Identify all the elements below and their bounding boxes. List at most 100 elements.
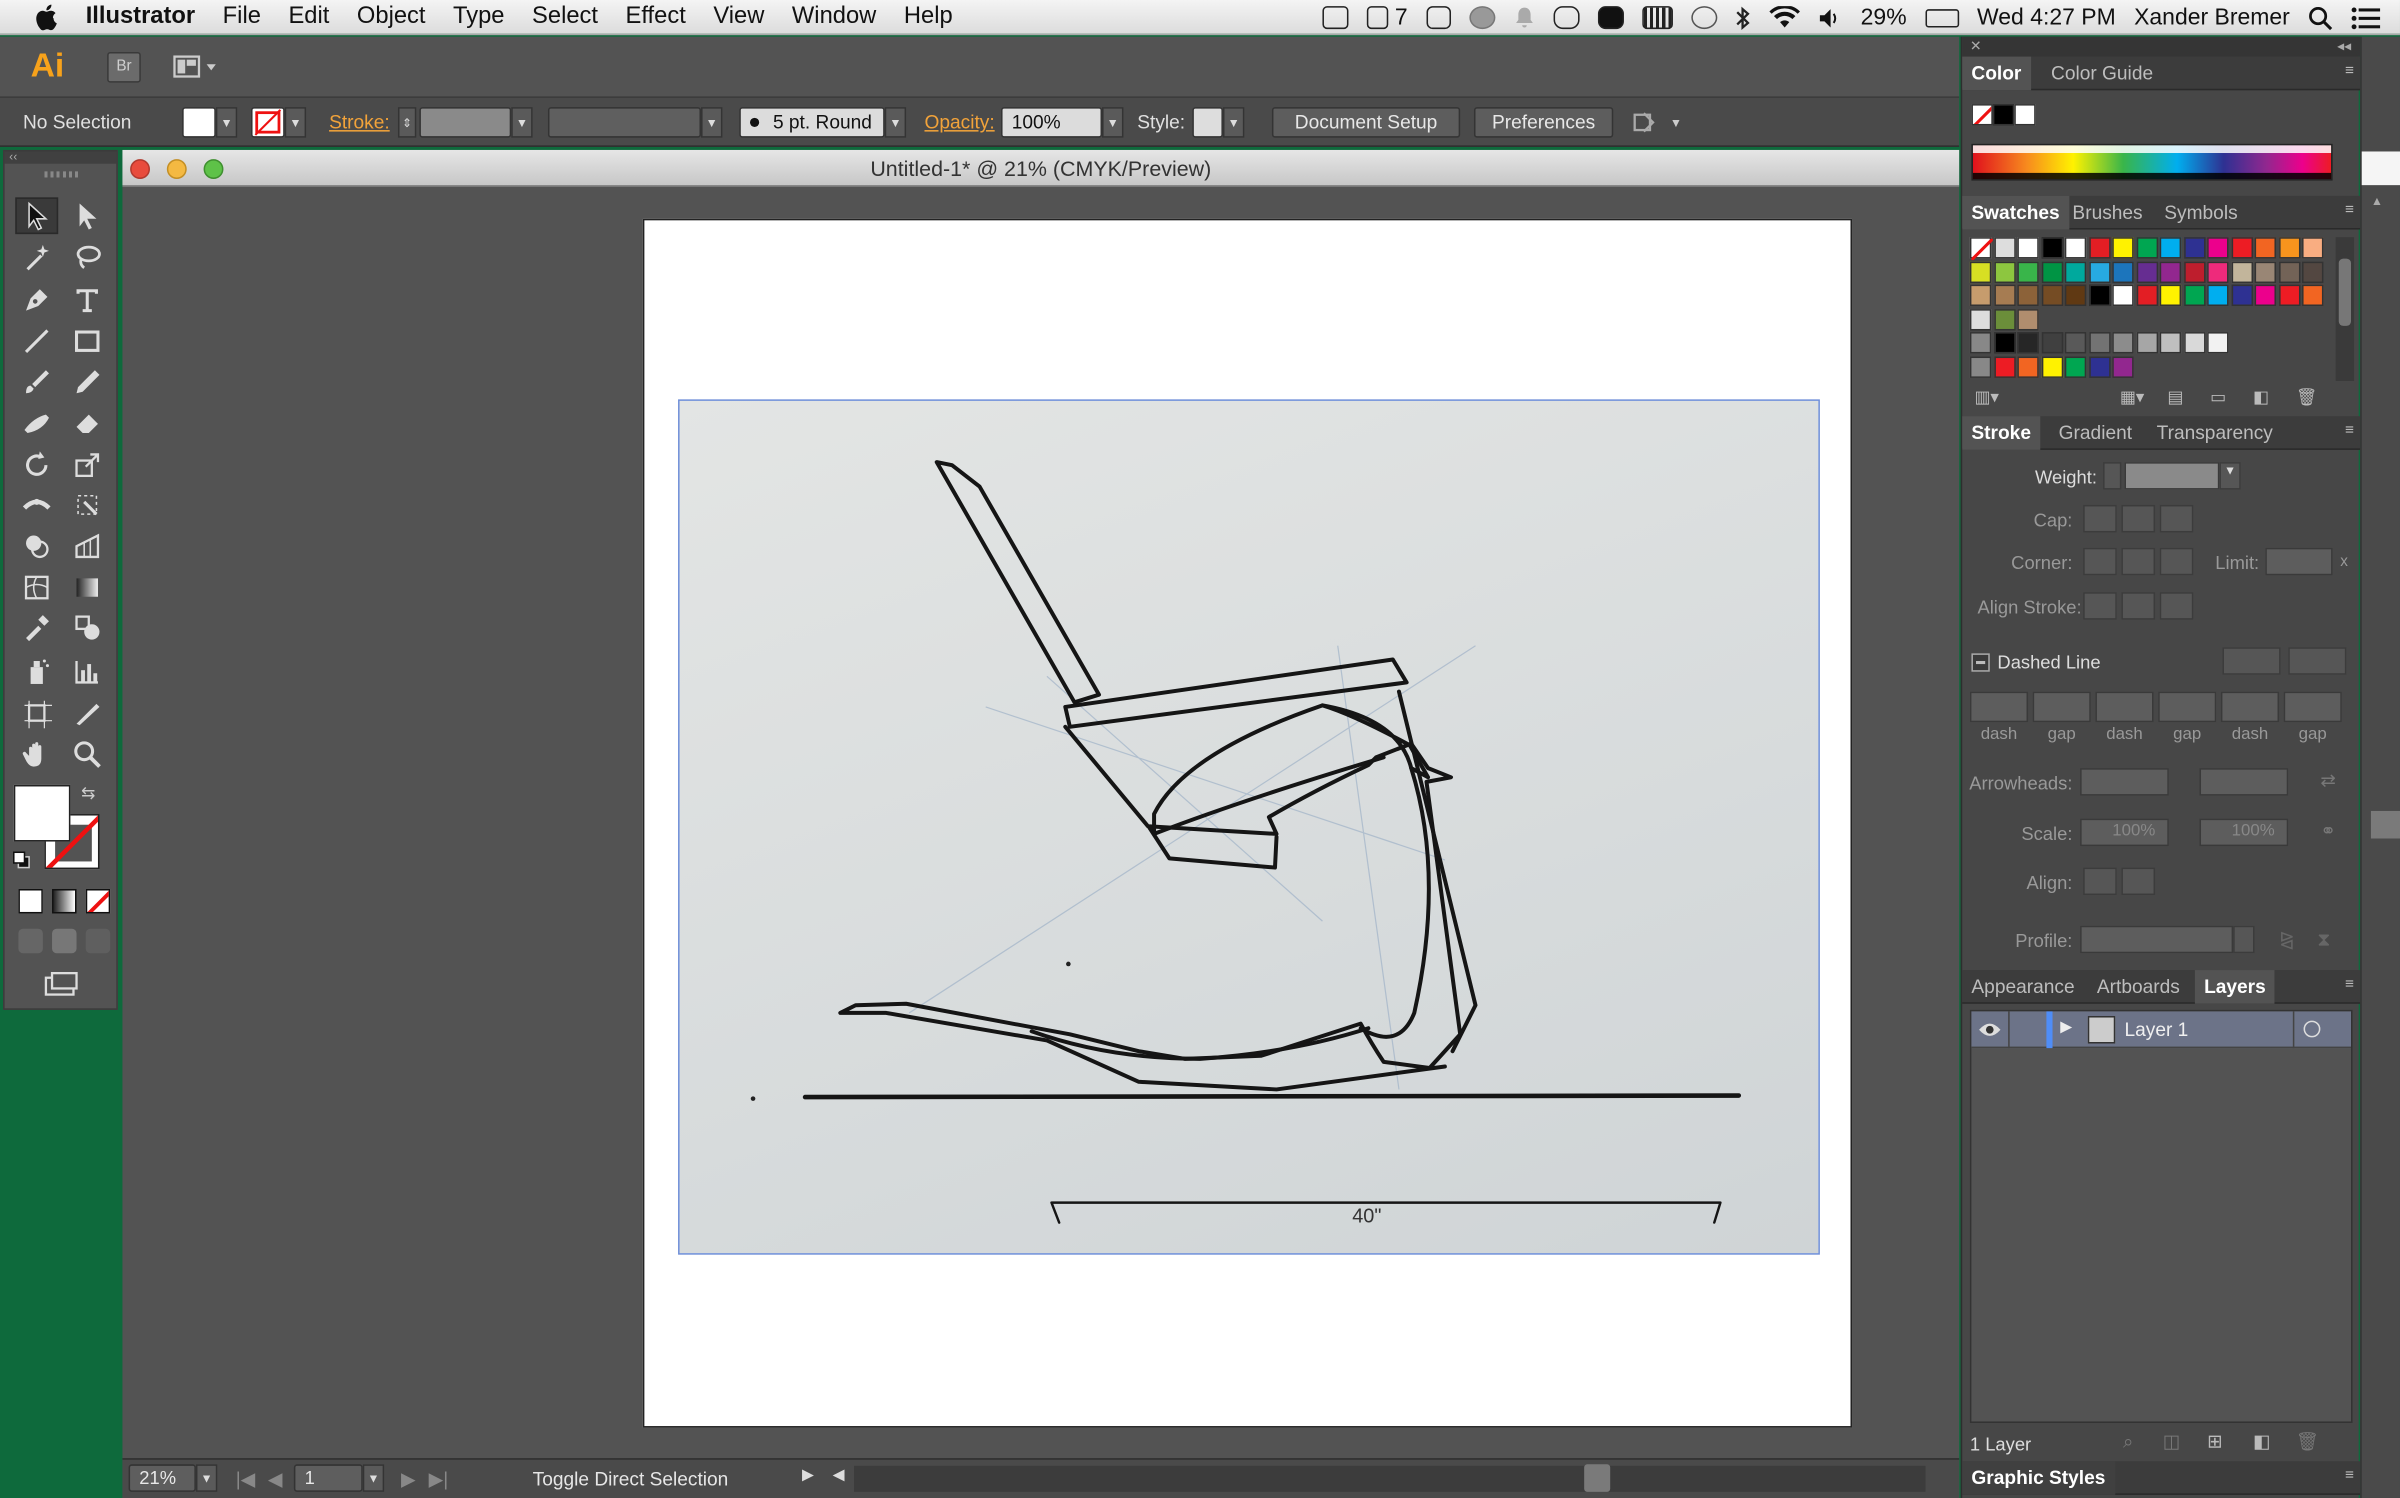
swatch-bright[interactable] bbox=[2041, 355, 2063, 378]
new-swatch-icon[interactable]: ◧ bbox=[2253, 387, 2269, 407]
gradient-mode-icon[interactable] bbox=[52, 888, 77, 914]
swatch[interactable] bbox=[2207, 260, 2229, 283]
swatch[interactable] bbox=[2112, 260, 2134, 283]
tools-collapse-icon[interactable]: ‹‹ bbox=[4, 151, 117, 164]
draw-inside-icon[interactable] bbox=[85, 928, 111, 954]
horizontal-scrollbar-track[interactable] bbox=[854, 1465, 1926, 1492]
swatch[interactable] bbox=[2278, 284, 2300, 307]
swatch[interactable] bbox=[1993, 284, 2016, 307]
menu-object[interactable]: Object bbox=[343, 3, 439, 31]
line-segment-tool-icon[interactable] bbox=[15, 323, 58, 360]
s-badge-icon[interactable] bbox=[1425, 6, 1451, 30]
menu-effect[interactable]: Effect bbox=[612, 3, 700, 31]
swatch-gray[interactable] bbox=[1993, 332, 2016, 354]
swatch[interactable] bbox=[2183, 260, 2205, 283]
swatch-libraries-menu-icon[interactable]: ▥▾ bbox=[1974, 387, 1998, 407]
tab-layers[interactable]: Layers bbox=[2194, 970, 2275, 1004]
swatch[interactable] bbox=[2135, 237, 2158, 259]
preserve-dash-button[interactable] bbox=[2222, 647, 2281, 675]
swatch[interactable] bbox=[2254, 284, 2277, 307]
swatch[interactable] bbox=[2041, 284, 2063, 307]
user-name[interactable]: Xander Bremer bbox=[2134, 5, 2290, 31]
butt-cap-button[interactable] bbox=[2083, 504, 2117, 533]
placed-sketch-image[interactable]: 40" bbox=[678, 399, 1820, 1255]
variable-width-profile[interactable] bbox=[547, 107, 702, 138]
color-panel-menu-icon[interactable]: ≡ bbox=[2345, 63, 2354, 80]
isolate-object-icon[interactable] bbox=[1632, 110, 1663, 134]
tab-symbols[interactable]: Symbols bbox=[2155, 196, 2247, 230]
display-icon[interactable] bbox=[1322, 6, 1349, 30]
vertical-scrollbar[interactable]: ▲ bbox=[2360, 36, 2400, 1498]
profile-dropdown[interactable] bbox=[2233, 925, 2255, 954]
scroll-up-arrow-icon[interactable]: ▲ bbox=[2371, 194, 2383, 208]
swatch[interactable] bbox=[2135, 260, 2158, 283]
scroll-left-arrow-icon[interactable]: ◀ bbox=[833, 1467, 845, 1484]
link-scale-icon[interactable]: ⚭ bbox=[2320, 820, 2335, 841]
swatch[interactable] bbox=[2112, 284, 2134, 307]
battery-status-icon[interactable] bbox=[1641, 6, 1673, 30]
selection-tool-icon[interactable] bbox=[15, 197, 59, 235]
zoom-window-button[interactable] bbox=[203, 159, 224, 180]
align-center-button[interactable] bbox=[2083, 592, 2117, 620]
rotate-tool-icon[interactable] bbox=[15, 447, 58, 484]
delete-layer-icon[interactable]: 🗑 bbox=[2296, 1431, 2319, 1452]
swatch-bright[interactable] bbox=[2088, 355, 2110, 378]
weight-field[interactable] bbox=[2124, 462, 2220, 490]
swatch[interactable] bbox=[2302, 237, 2324, 259]
swatch[interactable] bbox=[2302, 260, 2324, 283]
gap-field-2[interactable] bbox=[2158, 691, 2217, 723]
arrow-scale-end-field[interactable]: 100% bbox=[2199, 818, 2289, 847]
menu-edit[interactable]: Edit bbox=[275, 3, 343, 31]
stroke-weight-stepper[interactable]: ⇕ bbox=[397, 107, 417, 138]
swatch-folder-icon[interactable] bbox=[1969, 355, 1992, 378]
round-cap-button[interactable] bbox=[2121, 504, 2156, 533]
dash-field-3[interactable] bbox=[2220, 691, 2280, 723]
arrow-tip-extend-button[interactable] bbox=[2083, 867, 2117, 896]
swatch-bright[interactable] bbox=[2017, 355, 2039, 378]
swatch-options-icon[interactable]: ▤ bbox=[2167, 387, 2183, 407]
color-white-swatch[interactable] bbox=[2014, 104, 2036, 126]
arrange-documents-button[interactable] bbox=[171, 54, 220, 82]
free-transform-tool-icon[interactable] bbox=[66, 487, 109, 524]
last-artboard-icon[interactable]: ▶| bbox=[429, 1467, 449, 1490]
layer-target-icon[interactable] bbox=[2303, 1020, 2321, 1038]
menu-file[interactable]: File bbox=[209, 3, 275, 31]
swatch[interactable] bbox=[2135, 284, 2158, 307]
first-artboard-icon[interactable]: |◀ bbox=[236, 1467, 256, 1490]
rectangle-tool-icon[interactable] bbox=[66, 323, 109, 360]
tab-color[interactable]: Color bbox=[1962, 56, 2031, 91]
bevel-join-button[interactable] bbox=[2159, 547, 2194, 576]
layer-name[interactable]: Layer 1 bbox=[2124, 1019, 2188, 1040]
draw-normal-icon[interactable] bbox=[18, 928, 43, 954]
color-black-swatch[interactable] bbox=[1992, 104, 2015, 126]
swatch-bright[interactable] bbox=[2112, 355, 2134, 378]
volume-icon[interactable] bbox=[1818, 7, 1842, 28]
create-sublayer-icon[interactable]: ⊞ bbox=[2207, 1431, 2222, 1452]
swatch[interactable] bbox=[2017, 260, 2039, 283]
swatch[interactable] bbox=[2159, 260, 2182, 283]
opacity-field[interactable]: 100% bbox=[1001, 107, 1103, 138]
swatch[interactable] bbox=[2278, 260, 2300, 283]
swatch-gray[interactable] bbox=[2207, 332, 2229, 354]
swatch[interactable] bbox=[1993, 260, 2016, 283]
swatches-scrollbar[interactable] bbox=[2335, 237, 2355, 381]
bridge-button[interactable]: Br bbox=[107, 52, 141, 83]
fill-dropdown[interactable]: ▼ bbox=[215, 107, 238, 138]
stroke-weight-field[interactable] bbox=[419, 107, 512, 138]
swatch-gray[interactable] bbox=[2183, 332, 2205, 354]
swatch[interactable] bbox=[2064, 260, 2087, 283]
swatch-gray[interactable] bbox=[2041, 332, 2063, 354]
swatch-gray[interactable] bbox=[2088, 332, 2110, 354]
swatch[interactable] bbox=[2041, 237, 2063, 259]
drive-icon[interactable] bbox=[1468, 6, 1495, 30]
stroke-swatch[interactable] bbox=[251, 107, 285, 138]
swatch[interactable] bbox=[2254, 260, 2277, 283]
swatch-gray[interactable] bbox=[2112, 332, 2134, 354]
align-dash-button[interactable] bbox=[2288, 647, 2347, 675]
blob-brush-tool-icon[interactable] bbox=[15, 404, 58, 441]
scale-tool-icon[interactable] bbox=[66, 447, 109, 484]
opacity-label[interactable]: Opacity: bbox=[924, 112, 994, 133]
document-setup-button[interactable]: Document Setup bbox=[1271, 107, 1461, 138]
type-tool-icon[interactable] bbox=[66, 282, 109, 319]
swatch-folder-icon[interactable] bbox=[1969, 332, 1992, 354]
